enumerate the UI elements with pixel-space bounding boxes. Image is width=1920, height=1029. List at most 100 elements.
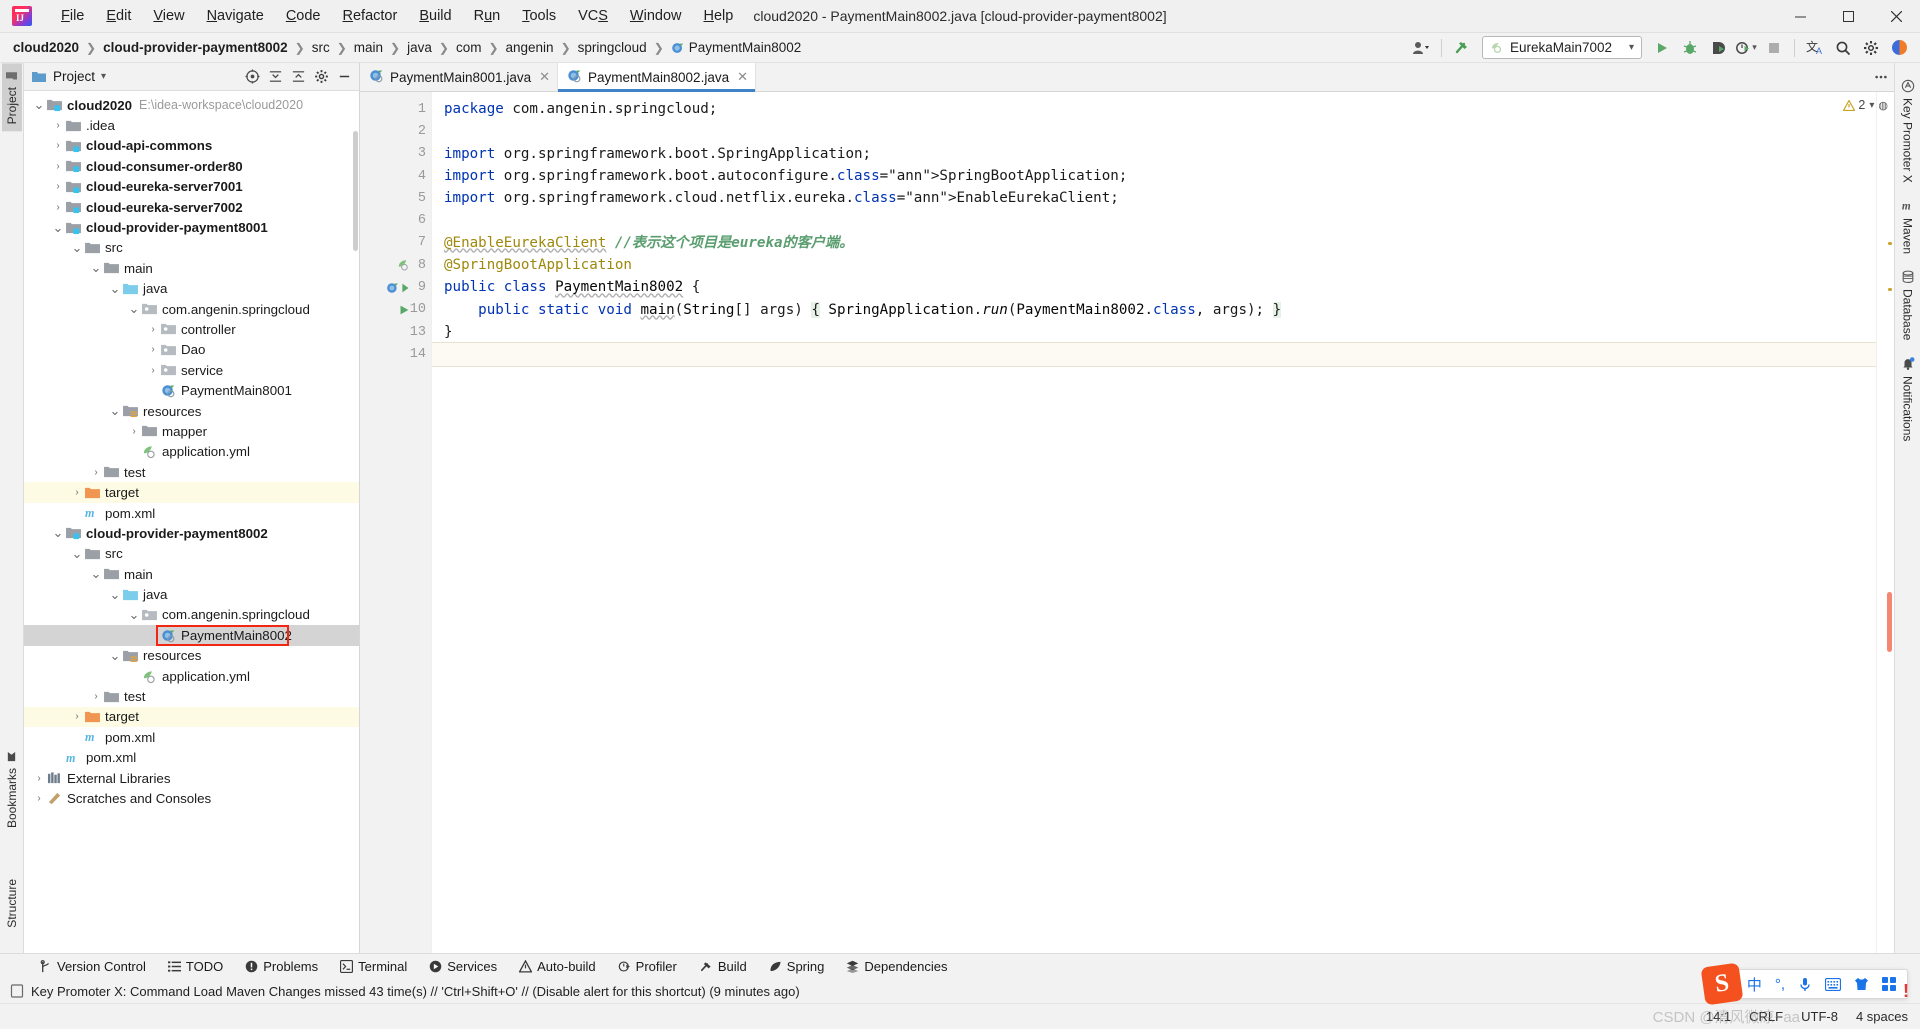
inspection-widget-icon[interactable]: ◍	[1878, 99, 1888, 112]
breadcrumb-item-com[interactable]: com	[453, 38, 485, 57]
menu-vcs[interactable]: VCS	[567, 3, 619, 29]
menu-edit[interactable]: Edit	[95, 3, 142, 29]
tree-node[interactable]: ⌄ main	[24, 258, 359, 278]
menu-build[interactable]: Build	[408, 3, 462, 29]
tree-node[interactable]: ⌄ src	[24, 544, 359, 564]
code-line[interactable]	[444, 120, 1876, 142]
editor-scrollbar[interactable]	[1887, 592, 1892, 652]
tree-node[interactable]: › .idea	[24, 115, 359, 135]
right-sidebar-item-database[interactable]: Database	[1897, 264, 1919, 346]
chevron-down-icon[interactable]: ⌄	[127, 608, 141, 621]
tool-window-build[interactable]: Build	[688, 956, 758, 977]
hide-panel-button[interactable]	[333, 66, 355, 88]
tree-node[interactable]: m pom.xml	[24, 748, 359, 768]
tool-window-spring[interactable]: Spring	[758, 956, 836, 977]
gutter-line[interactable]: 4	[360, 165, 431, 187]
close-tab-icon[interactable]: ✕	[737, 69, 748, 85]
code-line[interactable]: @EnableEurekaClient //表示这个项目是eureka的客户端。	[444, 232, 1876, 254]
editor-tab-paymentmain8002[interactable]: PaymentMain8002.java ✕	[558, 63, 756, 92]
tool-window-auto-build[interactable]: Auto-build	[508, 956, 607, 977]
tree-node[interactable]: › Dao	[24, 340, 359, 360]
tree-node[interactable]: m pom.xml	[24, 727, 359, 747]
spring-bean-gutter-icon[interactable]	[397, 258, 411, 272]
menu-file[interactable]: File	[50, 3, 95, 29]
run-button[interactable]	[1649, 36, 1675, 60]
tree-node[interactable]: › cloud-api-commons	[24, 136, 359, 156]
tool-window-profiler[interactable]: Profiler	[607, 956, 688, 977]
warning-marker[interactable]	[1888, 242, 1892, 245]
chevron-right-icon[interactable]: ›	[70, 711, 84, 722]
breadcrumb-item-cloud-provider-payment8002[interactable]: cloud-provider-payment8002	[100, 38, 291, 57]
tree-node[interactable]: › target	[24, 706, 359, 728]
tree-node[interactable]: ⌄ resources	[24, 646, 359, 666]
tree-node[interactable]: ⌄ java	[24, 584, 359, 604]
tree-node[interactable]: ⌄ cloud-provider-payment8001	[24, 217, 359, 237]
tool-window-terminal[interactable]: Terminal	[329, 956, 418, 977]
code-line[interactable]: public class PaymentMain8002 {	[444, 276, 1876, 298]
tool-window-services[interactable]: Services	[418, 956, 508, 977]
caret-position[interactable]: 14:1	[1706, 1009, 1731, 1024]
chevron-down-icon[interactable]: ▾	[101, 71, 106, 82]
tree-node[interactable]: m pom.xml	[24, 503, 359, 523]
code-line[interactable]	[432, 343, 1876, 366]
ime-punctuation-toggle[interactable]: °,	[1775, 976, 1785, 993]
menu-view[interactable]: View	[142, 3, 195, 29]
breadcrumb-item-cloud2020[interactable]: cloud2020	[10, 38, 82, 57]
gutter-line[interactable]: 10⊕	[360, 299, 441, 321]
chevron-down-icon[interactable]: ⌄	[51, 526, 65, 539]
chevron-right-icon[interactable]: ›	[146, 365, 160, 376]
tree-node[interactable]: ⌄ resources	[24, 401, 359, 421]
tree-node[interactable]: › Scratches and Consoles	[24, 788, 359, 808]
code-line[interactable]: package com.angenin.springcloud;	[444, 98, 1876, 120]
sogou-ime-toolbar[interactable]: S 中 °, !	[1700, 962, 1909, 1006]
chevron-right-icon[interactable]: ›	[51, 181, 65, 192]
chevron-right-icon[interactable]: ›	[89, 691, 103, 702]
editor-tab-paymentmain8001[interactable]: PaymentMain8001.java ✕	[360, 63, 558, 91]
chevron-right-icon[interactable]: ›	[51, 140, 65, 151]
sogou-logo-icon[interactable]: S	[1700, 962, 1744, 1006]
right-sidebar-item-key-promoter-x[interactable]: Key Promoter X	[1897, 73, 1919, 189]
menu-window[interactable]: Window	[619, 3, 693, 29]
chevron-down-icon[interactable]: ⌄	[108, 588, 122, 601]
right-sidebar-item-notifications[interactable]: Notifications	[1897, 350, 1919, 447]
menu-bar[interactable]: File Edit View Navigate Code Refactor Build Run…	[50, 3, 744, 29]
indent-setting[interactable]: 4 spaces	[1856, 1009, 1908, 1024]
tree-node[interactable]: › test	[24, 462, 359, 482]
inspection-sidebar[interactable]: 2 ▾ ◍	[1843, 92, 1894, 953]
ai-assistant-icon[interactable]	[1886, 36, 1912, 60]
gutter-line[interactable]: 8⊖	[360, 254, 441, 276]
tree-node[interactable]: › cloud-eureka-server7002	[24, 197, 359, 217]
tree-node-selected[interactable]: PaymentMain8002	[24, 625, 359, 646]
menu-refactor[interactable]: Refactor	[332, 3, 409, 29]
tool-window-version-control[interactable]: Version Control	[28, 956, 157, 977]
menu-run[interactable]: Run	[463, 3, 512, 29]
chevron-down-icon[interactable]: ⌄	[127, 302, 141, 315]
build-hammer-icon[interactable]	[1449, 36, 1475, 60]
chevron-down-icon[interactable]: ⌄	[108, 404, 122, 417]
code-line[interactable]: import org.springframework.boot.SpringAp…	[444, 143, 1876, 165]
chevron-right-icon[interactable]: ›	[32, 773, 46, 784]
gutter-line[interactable]: 6	[360, 209, 431, 231]
line-separator[interactable]: CRLF	[1749, 1009, 1783, 1024]
editor-gutter[interactable]: 1 2 3⊖ 4 5 6 7⊖8⊖910⊕ 13 14	[360, 92, 441, 953]
tree-node[interactable]: ⌄ cloud2020 E:\idea-workspace\cloud2020	[24, 95, 359, 115]
tree-node[interactable]: ⌄ cloud-provider-payment8002	[24, 523, 359, 543]
spring-run-gutter-icon[interactable]	[385, 281, 411, 295]
chevron-right-icon[interactable]: ›	[32, 793, 46, 804]
gutter-line[interactable]: 1	[360, 98, 431, 120]
skin-icon[interactable]	[1854, 977, 1869, 991]
tree-node[interactable]: PaymentMain8001	[24, 380, 359, 400]
close-tab-icon[interactable]: ✕	[539, 69, 550, 85]
gutter-line[interactable]: 9	[360, 276, 431, 298]
chevron-down-icon[interactable]: ⌄	[108, 649, 122, 662]
menu-help[interactable]: Help	[692, 3, 744, 29]
tree-node[interactable]: ⌄ com.angenin.springcloud	[24, 299, 359, 319]
run-configuration-selector[interactable]: EurekaMain7002 ▾	[1482, 36, 1642, 59]
file-encoding[interactable]: UTF-8	[1801, 1009, 1838, 1024]
breadcrumb-item-springcloud[interactable]: springcloud	[575, 38, 650, 57]
chevron-right-icon[interactable]: ›	[51, 161, 65, 172]
tree-node[interactable]: › External Libraries	[24, 768, 359, 788]
tool-window-problems[interactable]: Problems	[234, 956, 329, 977]
debug-button[interactable]	[1677, 36, 1703, 60]
breadcrumb-item-angenin[interactable]: angenin	[503, 38, 557, 57]
